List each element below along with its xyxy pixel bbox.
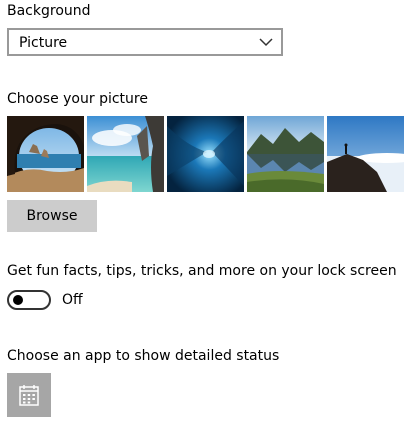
picture-thumbnail-above-clouds[interactable] [327,116,404,192]
toggle-state-label: Off [62,292,83,308]
lock-screen-tips-label: Get fun facts, tips, tricks, and more on… [7,263,397,279]
browse-button[interactable]: Browse [7,200,97,232]
toggle-knob [13,295,23,305]
chevron-down-icon [259,38,273,47]
choose-picture-label: Choose your picture [7,91,148,107]
detailed-status-label: Choose an app to show detailed status [7,348,280,364]
background-dropdown[interactable]: Picture [7,28,283,56]
picture-thumbnail-sea-cave[interactable] [7,116,84,192]
picture-thumbnail-ice-tunnel[interactable] [167,116,244,192]
calendar-icon [19,385,39,406]
detailed-status-app-button[interactable] [7,373,51,417]
background-dropdown-value: Picture [19,35,68,51]
background-label: Background [7,3,91,19]
picture-thumbnail-lagoon[interactable] [87,116,164,192]
picture-thumbnail-mountain-lake[interactable] [247,116,324,192]
lock-screen-tips-toggle[interactable] [7,290,51,310]
